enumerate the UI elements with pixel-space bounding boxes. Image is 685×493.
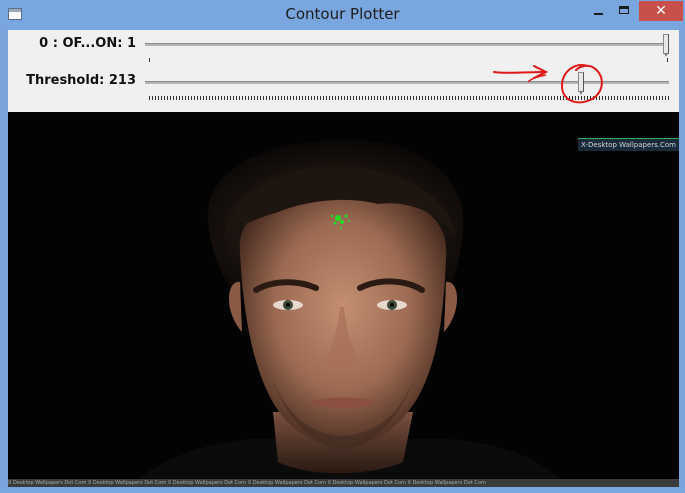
circle-mark — [560, 64, 603, 104]
image-display[interactable]: X-Desktop Wallpapers.Com X Desktop Wallp… — [8, 112, 679, 487]
onoff-trackbar-label: 0 : OF...ON: 1 — [39, 36, 136, 51]
onoff-trackbar-thumb[interactable] — [663, 34, 669, 57]
red-arrow-and-circle-annotation — [493, 64, 603, 104]
watermark-label: X-Desktop Wallpapers.Com — [578, 138, 679, 151]
minimize-button[interactable] — [585, 1, 611, 21]
onoff-trackbar-track[interactable] — [145, 43, 669, 46]
trackbar-panel: 0 : OF...ON: 1 Threshold: 213 — [8, 30, 679, 112]
maximize-button[interactable] — [612, 1, 638, 21]
image-footer-strip: X Desktop Wallpapers Dot Com X Desktop W… — [8, 479, 679, 487]
app-window: Contour Plotter ✕ 0 : OF...ON: 1 Thresho… — [0, 0, 685, 493]
close-icon: ✕ — [655, 3, 667, 19]
maximize-icon — [619, 6, 629, 14]
portrait-photo — [8, 112, 679, 487]
arrow-line — [493, 71, 545, 74]
window-bottom-border — [0, 487, 685, 493]
onoff-trackbar-tick-end — [667, 58, 669, 62]
minimize-icon — [594, 13, 603, 15]
onoff-trackbar-tick-start — [149, 58, 151, 62]
window-title: Contour Plotter — [285, 5, 400, 23]
close-button[interactable]: ✕ — [639, 1, 683, 21]
title-bar[interactable]: Contour Plotter ✕ — [0, 0, 685, 30]
threshold-trackbar-label: Threshold: 213 — [26, 73, 136, 88]
